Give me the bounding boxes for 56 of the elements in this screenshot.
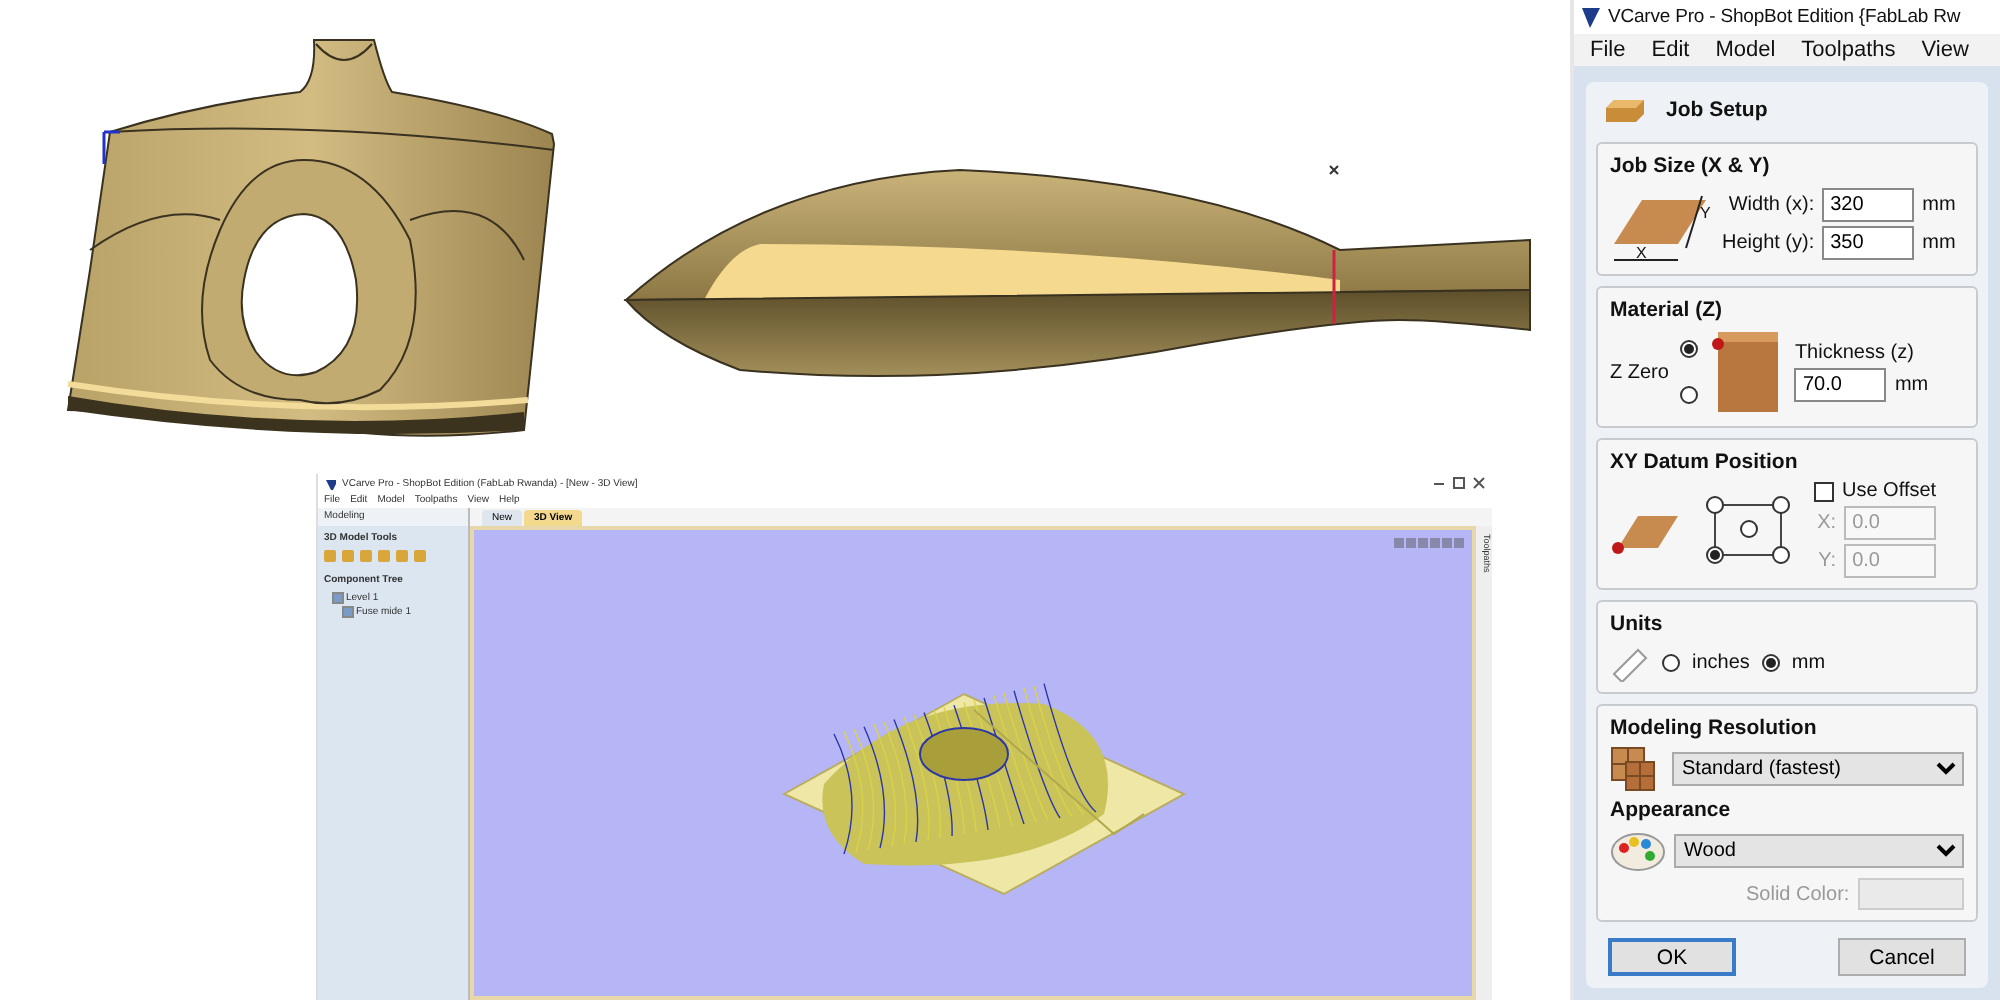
window-title: VCarve Pro - ShopBot Edition {FabLab Rw (1608, 5, 1961, 28)
field-label: Solid Color: (1746, 883, 1850, 905)
radio-label: inches (1692, 651, 1750, 673)
input-field[interactable]: 350 (1822, 226, 1915, 260)
section-title: Appearance (1610, 798, 1733, 822)
checkbox[interactable] (1814, 481, 1834, 501)
field-label: Thickness (z) (1794, 342, 1916, 364)
section-title: Modeling Resolution (1610, 716, 1819, 740)
material-block-icon (1710, 328, 1783, 416)
radio-button[interactable] (1680, 340, 1699, 358)
datum-radio-button[interactable] (1706, 495, 1724, 513)
logo-icon (324, 477, 336, 489)
input-field[interactable]: 320 (1822, 188, 1915, 222)
tree-checkbox[interactable] (342, 606, 354, 618)
menu-item[interactable]: File (1590, 37, 1626, 62)
section-title: Material (Z) (1610, 298, 1725, 322)
palette-icon (1610, 828, 1666, 872)
checkbox-label: Use Offset (1842, 480, 1937, 502)
dropdown[interactable]: Wood (1674, 833, 1964, 867)
panel-heading: Job Setup (1666, 98, 1768, 122)
unit-label: mm (1922, 194, 1956, 216)
datum-radio-button[interactable] (1772, 495, 1790, 513)
maximize-icon (1452, 476, 1466, 490)
datum-radio-button[interactable] (1706, 545, 1724, 563)
z-zero-label: Z Zero (1610, 361, 1669, 383)
menu-item[interactable]: Toolpaths (1801, 37, 1896, 62)
field-label: X: (1817, 512, 1837, 534)
tree-checkbox[interactable] (332, 592, 344, 604)
ok-button[interactable]: OK (1608, 938, 1736, 976)
datum-radio-button[interactable] (1772, 545, 1790, 563)
axis-label: X (1636, 244, 1647, 262)
input-field[interactable]: 70.0 (1794, 368, 1887, 402)
dropdown[interactable]: Standard (fastest) (1672, 752, 1964, 786)
datum-radio-button[interactable] (1739, 520, 1757, 538)
menu-item[interactable]: View (1921, 37, 1969, 62)
radio-button[interactable] (1662, 653, 1680, 671)
unit-label: mm (1922, 232, 1956, 254)
grid-icon (1610, 746, 1656, 792)
close-icon (1472, 476, 1486, 490)
section-title: Job Size (X & Y) (1610, 154, 1772, 178)
section-title: XY Datum Position (1610, 450, 1800, 474)
field-label: Height (y): (1722, 232, 1815, 254)
radio-button[interactable] (1761, 653, 1780, 671)
menu-item[interactable]: Edit (1651, 37, 1690, 62)
section-title: Units (1610, 612, 1665, 636)
unit-label: mm (1894, 374, 1929, 396)
wood-block-icon (1604, 96, 1646, 124)
logo-icon (1580, 5, 1602, 28)
axis-label: Y (1700, 204, 1711, 222)
field-label: Y: (1818, 550, 1837, 572)
point-marker-icon (1329, 165, 1339, 175)
radio-button[interactable] (1680, 386, 1699, 404)
cancel-button[interactable]: Cancel (1838, 938, 1966, 976)
field-label: Width (x): (1728, 194, 1815, 216)
radio-label: mm (1791, 651, 1826, 673)
menu-item[interactable]: Model (1715, 37, 1776, 62)
